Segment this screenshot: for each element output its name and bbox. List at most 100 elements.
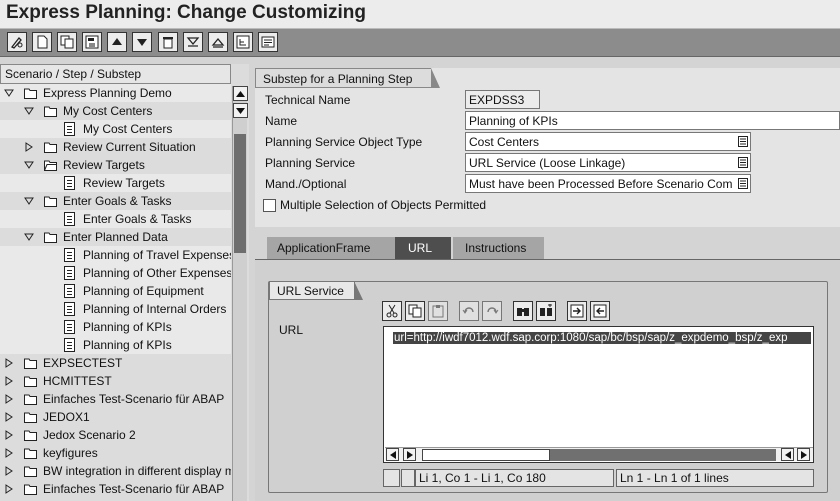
object-type-value: Cost Centers <box>469 135 540 149</box>
expanded-triangle-icon[interactable] <box>24 232 34 242</box>
collapsed-triangle-icon[interactable] <box>4 484 14 494</box>
tree-row[interactable]: Planning of Internal Orders <box>0 300 231 318</box>
mandatory-select[interactable]: Must have been Processed Before Scenario… <box>465 174 751 193</box>
details-button[interactable] <box>258 32 278 52</box>
planning-service-select[interactable]: URL Service (Loose Linkage) <box>465 153 751 172</box>
scroll-left-end-button[interactable] <box>781 448 794 461</box>
url-service-title: URL Service <box>269 281 363 300</box>
tree-row-label: HCMITTEST <box>43 374 112 388</box>
change-display-button[interactable] <box>7 32 27 52</box>
copy-text-button[interactable] <box>405 301 425 321</box>
tree-row-label: BW integration in different display mo <box>43 464 231 478</box>
horizontal-scroll-thumb[interactable] <box>422 449 550 461</box>
substep-detail-panel: Substep for a Planning Step Technical Na… <box>255 68 840 227</box>
document-icon <box>64 320 75 334</box>
collapsed-triangle-icon[interactable] <box>4 412 14 422</box>
scroll-up-button[interactable] <box>233 86 248 101</box>
tree-row[interactable]: keyfigures <box>0 444 231 462</box>
mandatory-row: Mand./Optional Must have been Processed … <box>260 174 840 194</box>
tree-row-label: Review Targets <box>63 158 145 172</box>
copy-icon <box>408 304 422 318</box>
tree-row[interactable]: Einfaches Test-Scenario für ABAP <box>0 480 231 498</box>
tree-row-label: Enter Planned Data <box>63 230 168 244</box>
scroll-left-button[interactable] <box>386 448 399 461</box>
object-type-label: Planning Service Object Type <box>265 135 423 149</box>
tree-row-label: Planning of KPIs <box>83 320 172 334</box>
arrow-down-icon <box>236 107 245 114</box>
tree-row[interactable]: Einfaches Test-Scenario für ABAP <box>0 390 231 408</box>
move-up-button[interactable] <box>107 32 127 52</box>
tree-row[interactable]: Planning of KPIs <box>0 318 231 336</box>
expand-icon <box>186 37 200 47</box>
find-button[interactable] <box>513 301 533 321</box>
multiple-selection-checkbox[interactable] <box>263 199 276 212</box>
scroll-down-button[interactable] <box>233 103 248 118</box>
import-button[interactable] <box>567 301 587 321</box>
tree-row[interactable]: Express Planning Demo <box>0 84 231 102</box>
expanded-triangle-icon[interactable] <box>24 106 34 116</box>
expand-button[interactable] <box>183 32 203 52</box>
scroll-thumb[interactable] <box>234 134 246 253</box>
scroll-right-inner-button[interactable] <box>403 448 416 461</box>
collapsed-triangle-icon[interactable] <box>4 376 14 386</box>
redo-button[interactable] <box>482 301 502 321</box>
expanded-triangle-icon[interactable] <box>4 88 14 98</box>
tree-row[interactable]: JEDOX1 <box>0 408 231 426</box>
collapse-button[interactable] <box>208 32 228 52</box>
url-text-editor[interactable]: url=http://iwdf7012.wdf.sap.corp:1080/sa… <box>383 326 814 463</box>
undo-button[interactable] <box>459 301 479 321</box>
tree-row[interactable]: My Cost Centers <box>0 120 231 138</box>
copy-button[interactable] <box>57 32 77 52</box>
tab-instructions[interactable]: Instructions <box>453 237 544 259</box>
save-as-button[interactable] <box>82 32 102 52</box>
arrow-right-icon <box>406 450 413 459</box>
tree-row[interactable]: Enter Goals & Tasks <box>0 192 231 210</box>
tree-row[interactable]: Planning of Travel Expenses <box>0 246 231 264</box>
url-editor-text[interactable]: url=http://iwdf7012.wdf.sap.corp:1080/sa… <box>393 332 811 344</box>
tree-row[interactable]: Review Targets <box>0 156 231 174</box>
collapsed-triangle-icon[interactable] <box>4 394 14 404</box>
tree-row[interactable]: Jedox Scenario 2 <box>0 426 231 444</box>
name-field[interactable]: Planning of KPIs <box>465 111 840 130</box>
cut-button[interactable] <box>382 301 402 321</box>
folder-icon <box>24 466 37 477</box>
find-next-button[interactable] <box>536 301 556 321</box>
url-label: URL <box>279 323 304 337</box>
tree-row-label: Planning of Internal Orders <box>83 302 227 316</box>
object-type-select[interactable]: Cost Centers <box>465 132 751 151</box>
folder-icon <box>24 484 37 495</box>
export-button[interactable] <box>590 301 610 321</box>
paste-button[interactable] <box>428 301 448 321</box>
tree-row[interactable]: HCMITTEST <box>0 372 231 390</box>
collapsed-triangle-icon[interactable] <box>4 448 14 458</box>
import-icon <box>570 304 584 318</box>
collapsed-triangle-icon[interactable] <box>24 142 34 152</box>
editor-horizontal-scrollbar[interactable] <box>385 447 813 461</box>
tab-url[interactable]: URL <box>395 237 451 259</box>
tree-row[interactable]: Enter Goals & Tasks <box>0 210 231 228</box>
document-icon <box>64 122 75 136</box>
tab-application-frame[interactable]: ApplicationFrame <box>267 237 395 259</box>
tree-row[interactable]: My Cost Centers <box>0 102 231 120</box>
collapsed-triangle-icon[interactable] <box>4 466 14 476</box>
tree-row[interactable]: EXPSECTEST <box>0 354 231 372</box>
tree-row[interactable]: Review Current Situation <box>0 138 231 156</box>
redo-icon <box>487 307 499 314</box>
scroll-right-button[interactable] <box>797 448 810 461</box>
delete-button[interactable] <box>158 32 178 52</box>
expanded-triangle-icon[interactable] <box>24 196 34 206</box>
tree-row[interactable]: Planning of Equipment <box>0 282 231 300</box>
tree-row[interactable]: Planning of Other Expenses <box>0 264 231 282</box>
tree-row[interactable]: Review Targets <box>0 174 231 192</box>
technical-name-field: EXPDSS3 <box>465 90 540 109</box>
tree-row[interactable]: BW integration in different display mo <box>0 462 231 480</box>
tree-row[interactable]: Enter Planned Data <box>0 228 231 246</box>
collapsed-triangle-icon[interactable] <box>4 358 14 368</box>
expanded-triangle-icon[interactable] <box>24 160 34 170</box>
tree-row[interactable]: Planning of KPIs <box>0 336 231 354</box>
add-node-button[interactable] <box>233 32 253 52</box>
collapsed-triangle-icon[interactable] <box>4 430 14 440</box>
move-down-button[interactable] <box>132 32 152 52</box>
create-button[interactable] <box>32 32 52 52</box>
tree-vertical-scrollbar[interactable] <box>232 86 248 501</box>
